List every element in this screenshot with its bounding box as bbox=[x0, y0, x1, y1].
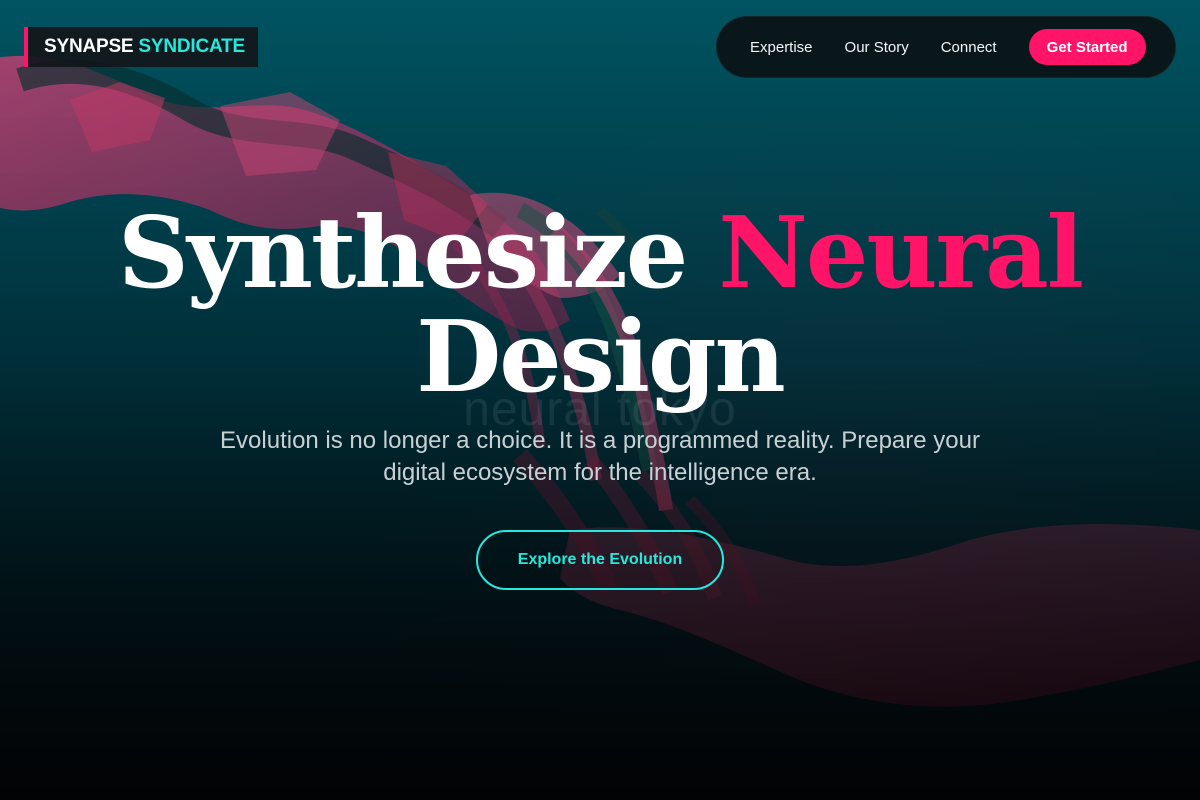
brand-logo[interactable]: SYNAPSE SYNDICATE bbox=[24, 27, 258, 67]
hero-title-line-1: Synthesize Neural bbox=[0, 205, 1200, 303]
nav-link-our-story[interactable]: Our Story bbox=[845, 39, 909, 56]
landing-page: SYNAPSE SYNDICATE Expertise Our Story Co… bbox=[0, 0, 1200, 800]
nav-link-connect[interactable]: Connect bbox=[941, 39, 997, 56]
hero-title-highlight: Neural bbox=[718, 196, 1084, 311]
hero-title: Synthesize Neural Design bbox=[0, 205, 1200, 407]
hero-title-line-2: Design bbox=[416, 300, 786, 415]
nav-link-expertise[interactable]: Expertise bbox=[750, 39, 813, 56]
top-navigation: Expertise Our Story Connect Get Started bbox=[716, 16, 1176, 78]
brand-name-accent: SYNDICATE bbox=[138, 36, 245, 57]
brand-name-primary: SYNAPSE bbox=[44, 36, 134, 57]
explore-evolution-button[interactable]: Explore the Evolution bbox=[476, 530, 724, 590]
get-started-button[interactable]: Get Started bbox=[1028, 29, 1146, 65]
hero-title-word-synthesize: Synthesize bbox=[118, 196, 719, 311]
hero-subtitle: Evolution is no longer a choice. It is a… bbox=[220, 427, 980, 486]
